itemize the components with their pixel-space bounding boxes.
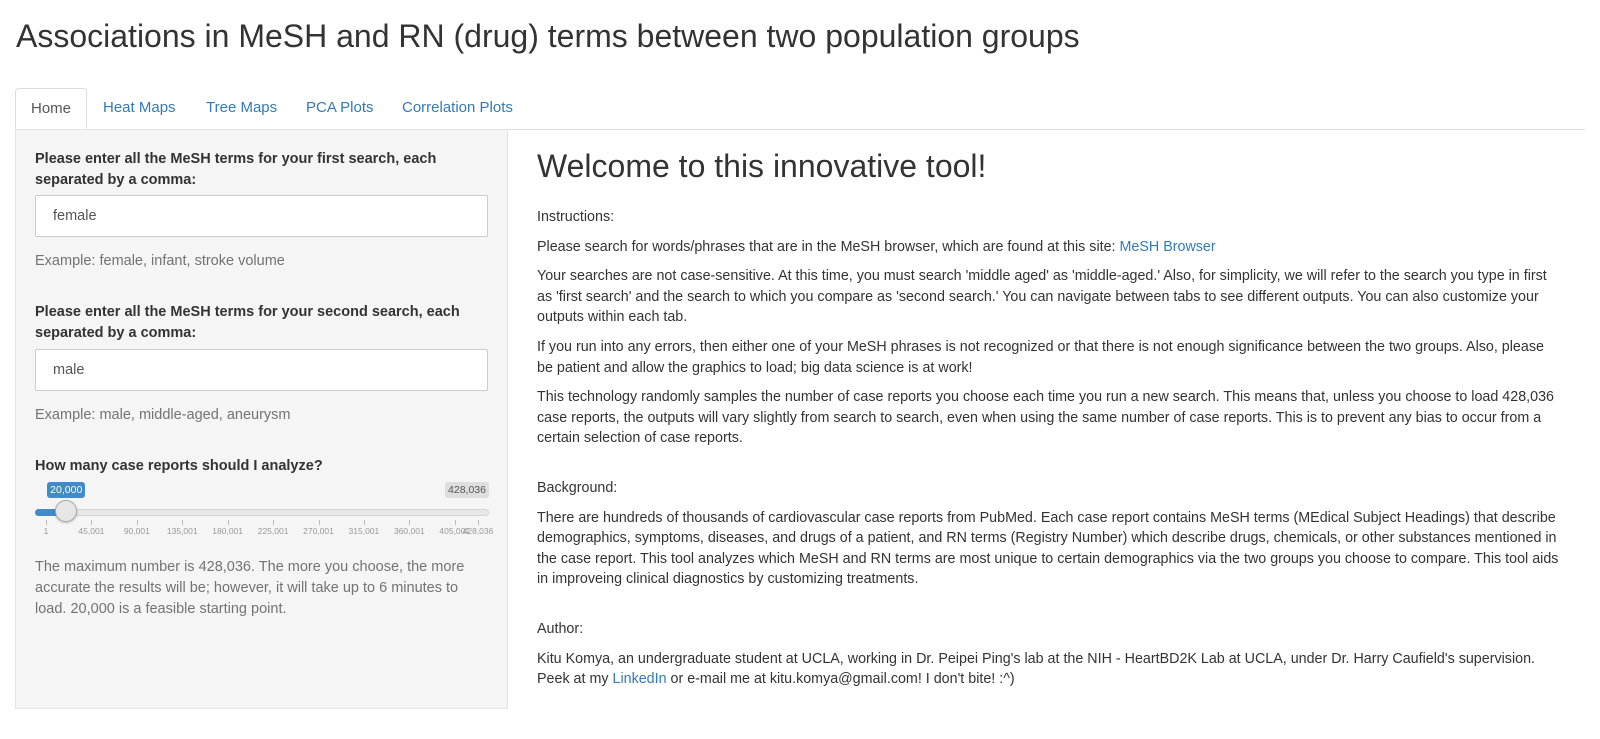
instructions-heading: Instructions:	[537, 209, 615, 225]
slider-tick	[227, 520, 229, 525]
slider-tick-label: 90,001	[123, 526, 150, 536]
linkedin-link[interactable]: LinkedIn	[613, 671, 667, 687]
slider-handle[interactable]	[55, 500, 78, 522]
first-search-input[interactable]	[35, 195, 488, 237]
slider-max-label: 428,036	[445, 482, 489, 498]
tab-home[interactable]: Home	[15, 88, 88, 129]
tab-correlation-plots[interactable]: Correlation Plots	[387, 88, 528, 128]
slider-tick-label: 270,001	[303, 526, 334, 536]
case-reports-help: The maximum number is 428,036. The more …	[35, 559, 465, 617]
slider-tick	[136, 520, 138, 525]
slider-tick	[91, 520, 93, 525]
page-title: Associations in MeSH and RN (drug) terms…	[16, 18, 1080, 54]
case-reports-slider[interactable]: 428,036 20,000 1 45,001 90,001 135,001 180,0…	[35, 482, 495, 552]
tab-pca-plots[interactable]: PCA Plots	[291, 88, 389, 128]
first-search-help: Example: female, infant, stroke volume	[35, 253, 285, 269]
slider-tick-label: 135,001	[166, 526, 198, 536]
first-search-label: Please enter all the MeSH terms for your…	[35, 151, 437, 188]
slider-tick-label: 1	[43, 526, 49, 536]
tab-heat-maps[interactable]: Heat Maps	[88, 88, 191, 128]
background-paragraph: There are hundreds of thousands of cardi…	[537, 509, 1559, 588]
slider-tick	[409, 520, 411, 525]
tab-tree-maps[interactable]: Tree Maps	[191, 88, 292, 128]
slider-tick	[363, 520, 365, 525]
slider-tick-label: 45,001	[78, 526, 105, 536]
author-heading: Author:	[537, 620, 584, 637]
slider-tick-label: 315,001	[348, 526, 380, 536]
author-paragraph: Kitu Komya, an undergraduate student at …	[537, 649, 1562, 690]
sidebar-panel: Please enter all the MeSH terms for your…	[15, 129, 508, 709]
instructions-paragraph-3: If you run into any errors, then either …	[537, 338, 1544, 376]
instructions-paragraph-4: This technology randomly samples the num…	[537, 389, 1554, 447]
slider-tick	[46, 520, 47, 525]
slider-tick-label: 428,036	[462, 526, 494, 536]
welcome-heading: Welcome to this innovative tool!	[537, 148, 987, 184]
slider-tick-label: 225,001	[257, 526, 289, 536]
background-heading: Background:	[537, 479, 618, 496]
slider-tick-label: 360,001	[393, 526, 425, 536]
author-text-tail: or e-mail me at kitu.komya@gmail.com! I …	[666, 671, 1015, 688]
second-search-help: Example: male, middle-aged, aneurysm	[35, 407, 291, 423]
second-search-label: Please enter all the MeSH terms for your…	[35, 304, 460, 341]
slider-tick	[273, 520, 275, 525]
case-reports-label: How many case reports should I analyze?	[35, 458, 323, 474]
instructions-paragraph-2: Your searches are not case-sensitive. At…	[537, 268, 1547, 326]
slider-track[interactable]	[35, 509, 489, 516]
slider-tick	[182, 520, 184, 525]
slider-tick	[478, 520, 479, 525]
mesh-browser-link[interactable]: MeSH Browser	[1120, 239, 1216, 255]
second-search-input[interactable]	[35, 349, 488, 391]
instructions-paragraph-1: Please search for words/phrases that are…	[537, 237, 1562, 258]
slider-value-label: 20,000	[47, 482, 86, 498]
slider-tick	[454, 520, 456, 525]
slider-tick	[318, 520, 320, 525]
paragraph-text: Please search for words/phrases that are…	[537, 238, 1120, 255]
main-content: Welcome to this innovative tool! Instruc…	[537, 140, 1562, 699]
slider-tick-label: 180,001	[212, 526, 244, 536]
tab-bar: Home Heat Maps Tree Maps PCA Plots Corre…	[15, 88, 1585, 130]
